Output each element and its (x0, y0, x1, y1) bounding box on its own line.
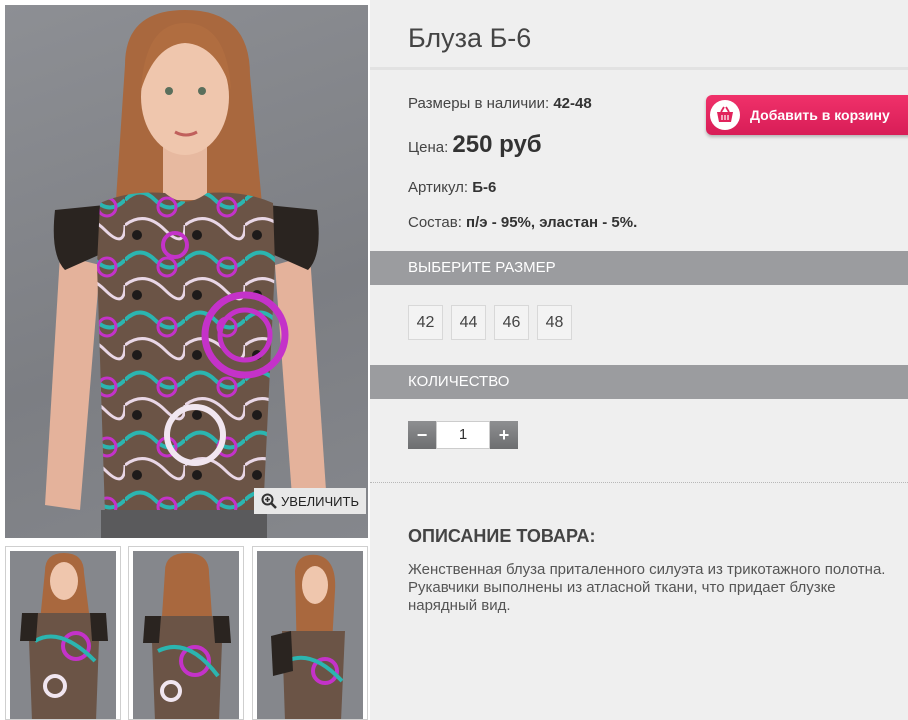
price-row: Цена: 250 руб (408, 131, 542, 159)
sizes-available-label: Размеры в наличии: (408, 95, 550, 112)
size-option-46[interactable]: 46 (494, 305, 529, 340)
size-option-42[interactable]: 42 (408, 305, 443, 340)
quantity-stepper: − 1 + (408, 421, 518, 449)
article-row: Артикул: Б-6 (408, 179, 496, 196)
product-details-panel: Блуза Б-6 Размеры в наличии: 42-48 Цена:… (370, 0, 908, 720)
zoom-button[interactable]: УВЕЛИЧИТЬ (254, 488, 366, 514)
quantity-section-header: КОЛИЧЕСТВО (370, 365, 908, 399)
product-gallery: УВЕЛИЧИТЬ (0, 0, 370, 720)
quantity-input[interactable]: 1 (436, 421, 490, 449)
add-to-cart-label: Добавить в корзину (750, 107, 890, 123)
thumbnail-strip (5, 546, 368, 720)
quantity-increase-button[interactable]: + (490, 421, 518, 449)
product-title: Блуза Б-6 (408, 23, 532, 53)
model-illustration (45, 10, 327, 538)
size-option-48[interactable]: 48 (537, 305, 572, 340)
composition-label: Состав: (408, 214, 462, 231)
thumbnail-back[interactable] (128, 546, 244, 720)
zoom-label: УВЕЛИЧИТЬ (281, 493, 359, 509)
add-to-cart-button[interactable]: Добавить в корзину (706, 95, 908, 135)
price-label: Цена: (408, 139, 449, 156)
sizes-available-value: 42-48 (553, 95, 592, 112)
description-text: Женственная блуза приталенного силуэта и… (408, 561, 886, 614)
article-value: Б-6 (472, 179, 497, 196)
description-heading: ОПИСАНИЕ ТОВАРА: (408, 526, 596, 546)
size-section-header: ВЫБЕРИТЕ РАЗМЕР (370, 251, 908, 285)
size-section-title: ВЫБЕРИТЕ РАЗМЕР (408, 259, 556, 276)
thumbnail-side-image (271, 554, 345, 719)
composition-row: Состав: п/э - 95%, эластан - 5%. (408, 214, 637, 231)
thumbnail-side[interactable] (252, 546, 368, 720)
thumbnail-front[interactable] (5, 546, 121, 720)
article-label: Артикул: (408, 179, 469, 196)
quantity-decrease-button[interactable]: − (408, 421, 436, 449)
main-product-photo[interactable]: УВЕЛИЧИТЬ (5, 5, 368, 538)
size-option-44[interactable]: 44 (451, 305, 486, 340)
title-bar: Блуза Б-6 (370, 5, 908, 70)
composition-value: п/э - 95%, эластан - 5%. (466, 214, 638, 231)
thumbnail-front-image (20, 553, 108, 719)
price-value: 250 руб (452, 131, 542, 158)
section-divider (370, 482, 908, 483)
thumbnail-back-image (143, 553, 231, 719)
size-options: 42 44 46 48 (408, 305, 572, 340)
quantity-section-title: КОЛИЧЕСТВО (408, 373, 510, 390)
sizes-available-row: Размеры в наличии: 42-48 (408, 95, 592, 112)
magnifier-plus-icon (261, 493, 277, 509)
shopping-basket-icon (710, 100, 740, 130)
